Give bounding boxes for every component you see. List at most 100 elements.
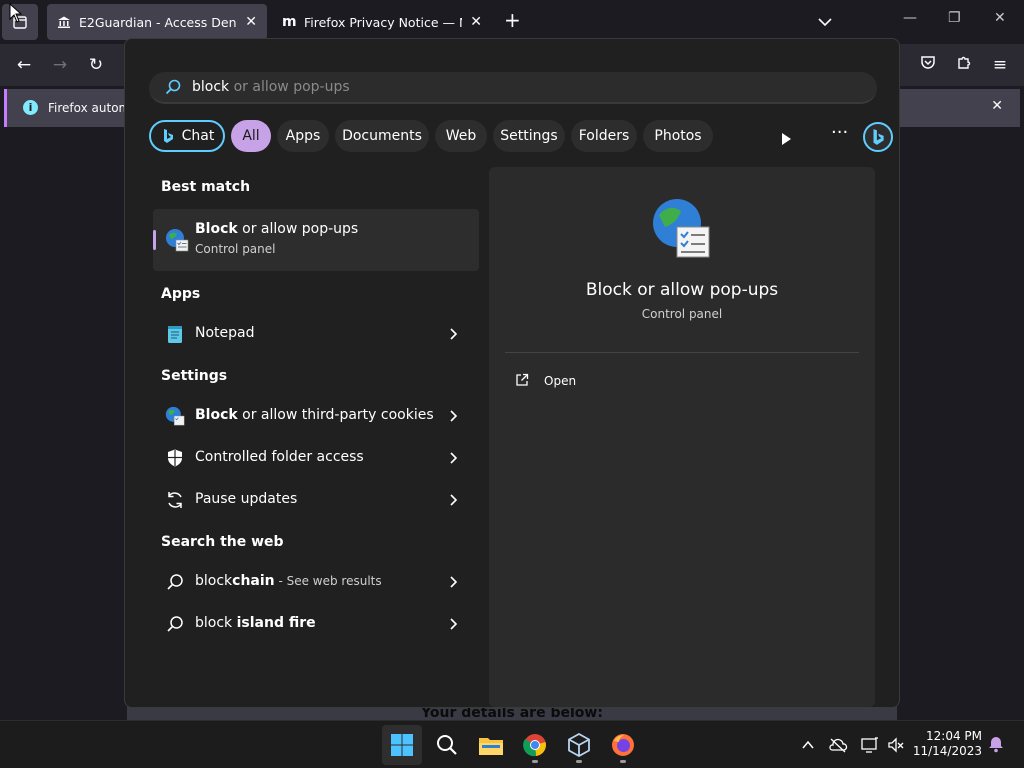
settings-result-label: Pause updates [195,491,298,507]
more-filters-play-icon[interactable] [781,130,791,149]
settings-result-bold-text: Block [195,407,238,423]
start-button[interactable] [382,725,422,765]
filter-settings[interactable]: Settings [493,120,565,152]
settings-result-pause-updates[interactable]: Pause updates [153,480,479,520]
app-result-label: Notepad [195,325,255,341]
web-result-bold-text: chain [232,573,275,589]
filter-photos[interactable]: Photos [643,120,713,152]
search-icon [165,79,181,95]
best-match-result[interactable]: Block or allow pop-ups Control panel [153,209,479,271]
chevron-right-icon[interactable] [449,574,459,590]
internet-options-globe-icon [653,199,710,258]
network-display-icon[interactable] [860,735,880,755]
filter-folders[interactable]: Folders [571,120,637,152]
internet-options-globe-icon [165,406,185,426]
chrome-icon [523,734,546,757]
settings-result-cookies[interactable]: Block or allow third-party cookies [153,396,479,436]
sync-arrows-icon [168,492,182,508]
tab-title: Firefox Privacy Notice — Mozilla [304,14,462,30]
filter-all[interactable]: All [231,120,271,152]
tab-close-icon[interactable]: ✕ [245,14,257,30]
bank-building-icon [58,16,70,28]
reload-icon[interactable]: ↻ [84,53,108,77]
speaker-muted-icon[interactable] [886,735,906,755]
chevron-right-icon[interactable] [449,408,459,424]
chevron-right-icon[interactable] [449,450,459,466]
tab-title: E2Guardian - Access Denied [79,14,237,30]
onedrive-offline-icon[interactable] [828,735,848,755]
taskbar-search-button[interactable] [427,725,467,765]
back-arrow-icon[interactable]: ← [12,53,36,77]
tab-firefox-privacy[interactable]: m Firefox Privacy Notice — Mozilla ✕ [272,4,492,40]
pocket-icon[interactable] [916,53,940,77]
best-match-subtitle: Control panel [195,242,276,256]
web-result-plain-text: block [195,573,233,589]
clock-date: 11/14/2023 [912,744,982,758]
chevron-right-icon[interactable] [449,492,459,508]
web-result-blockchain[interactable]: blockchain - See web results [153,562,479,602]
notepad-icon [168,326,182,343]
list-all-tabs-chevron-icon[interactable] [818,12,832,31]
bing-b-icon [163,129,173,143]
taskbar-virtualbox[interactable] [559,725,599,765]
tab-close-icon[interactable]: ✕ [470,14,482,30]
filter-chat[interactable]: Chat [149,120,225,152]
search-icon [437,735,457,755]
close-window-button[interactable]: ✕ [994,10,1006,26]
more-options-ellipsis-icon[interactable]: ··· [831,122,848,143]
taskbar-file-explorer[interactable] [471,725,511,765]
web-result-label: block island fire [195,615,316,631]
extensions-puzzle-icon[interactable] [952,53,976,77]
open-action-label: Open [544,374,577,388]
minimize-window-button[interactable]: — [903,10,917,26]
search-icon [167,616,183,632]
cube-icon [568,733,590,757]
chevron-right-icon[interactable] [449,616,459,632]
hamburger-menu-icon[interactable]: ≡ [988,53,1012,77]
best-match-rest-text: or allow pop-ups [237,221,359,237]
app-result-notepad[interactable]: Notepad [153,314,479,354]
search-icon [167,574,183,590]
restore-window-button[interactable]: ❐ [948,10,961,26]
firefox-icon [612,734,634,756]
folder-icon [479,738,503,755]
tab-e2guardian[interactable]: E2Guardian - Access Denied ✕ [47,4,267,40]
open-external-icon [516,373,529,386]
filter-settings-label: Settings [500,128,558,144]
best-match-heading: Best match [161,179,251,195]
filter-documents[interactable]: Documents [335,120,429,152]
filter-web-label: Web [445,128,477,144]
taskbar-clock[interactable]: 12:04 PM 11/14/2023 [912,729,982,759]
filter-web[interactable]: Web [435,120,487,152]
filter-apps[interactable]: Apps [277,120,329,152]
open-action-button[interactable]: Open [509,367,709,397]
notification-close-icon[interactable]: ✕ [991,98,1003,114]
forward-arrow-icon[interactable]: → [48,53,72,77]
search-input[interactable]: block or allow pop-ups [149,72,877,104]
show-hidden-icons-chevron-icon[interactable] [798,735,818,755]
search-query: block or allow pop-ups [192,79,350,95]
new-tab-button[interactable]: + [504,8,521,32]
shield-icon [168,449,182,467]
result-preview-pane: Block or allow pop-ups Control panel Ope… [489,167,875,707]
web-result-bold-text: island fire [236,615,316,631]
settings-result-controlled-folder-access[interactable]: Controlled folder access [153,438,479,478]
running-indicator [532,760,538,763]
bing-chat-button[interactable] [863,122,893,152]
info-icon: i [23,100,38,115]
start-search-flyout: block or allow pop-ups Chat All Apps Doc… [124,38,900,708]
best-match-bold-text: Block [195,221,238,237]
internet-options-globe-icon [166,229,189,252]
filter-chat-label: Chat [181,128,215,144]
web-result-suffix: - See web results [274,574,382,588]
taskbar-chrome[interactable] [515,725,555,765]
web-result-plain-text: block [195,615,237,631]
taskbar-firefox[interactable] [603,725,643,765]
chevron-right-icon[interactable] [449,326,459,342]
search-web-heading: Search the web [161,534,284,550]
web-result-block-island-fire[interactable]: block island fire [153,604,479,644]
mouse-cursor-icon [9,3,23,23]
notification-bell-icon[interactable] [987,735,1007,755]
search-autocomplete-ghost: or allow pop-ups [229,79,350,95]
selection-accent-bar [153,230,156,250]
